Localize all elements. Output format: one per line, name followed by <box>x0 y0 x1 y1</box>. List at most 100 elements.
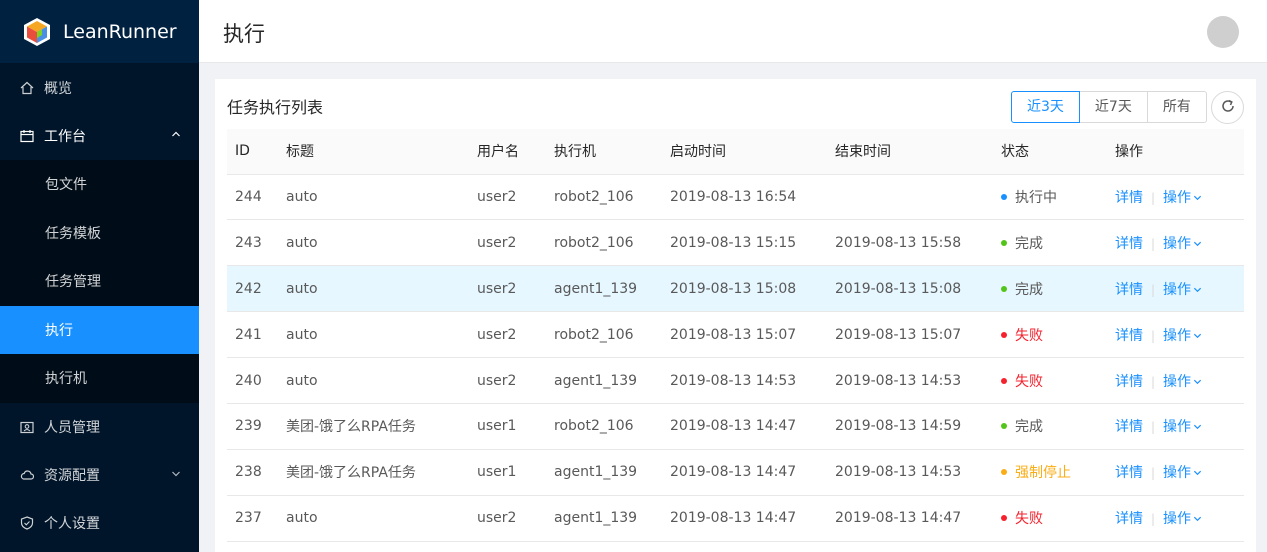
cell-id: 243 <box>227 219 278 267</box>
card-title: 任务执行列表 <box>227 98 324 117</box>
table-row[interactable]: 238 美团-饿了么RPA任务 user1 agent1_139 2019-08-13 … <box>227 449 1244 496</box>
status-text: 执行中 <box>1015 189 1057 206</box>
sidebar-item-people[interactable]: 人员管理 <box>0 403 199 451</box>
cell-id: 242 <box>227 265 278 313</box>
cell-actions: 详情 | 操作 <box>1107 403 1244 450</box>
cell-end-time: 2019-08-13 14:59 <box>827 403 993 450</box>
detail-link[interactable]: 详情 <box>1115 190 1143 206</box>
chevron-up-icon <box>171 130 181 143</box>
column-header-status[interactable]: 状态 <box>993 129 1107 175</box>
column-header-id[interactable]: ID <box>227 129 278 175</box>
detail-link[interactable]: 详情 <box>1115 328 1143 344</box>
sidebar-item-label: 任务模板 <box>45 225 101 242</box>
cell-title: auto <box>278 495 469 542</box>
table-row[interactable]: 239 美团-饿了么RPA任务 user1 robot2_106 2019-08-13 … <box>227 403 1244 450</box>
cell-user: user1 <box>469 449 546 496</box>
sidebar-item-overview[interactable]: 概览 <box>0 63 199 112</box>
cell-machine: agent1_139 <box>546 449 662 496</box>
sidebar-item-executors[interactable]: 执行机 <box>0 354 199 403</box>
operations-dropdown[interactable]: 操作 <box>1163 190 1202 206</box>
table-row[interactable]: 244 auto user2 robot2_106 2019-08-13 16:54 执行… <box>227 174 1244 221</box>
detail-link[interactable]: 详情 <box>1115 282 1143 298</box>
table-row[interactable]: 237 auto user2 agent1_139 2019-08-13 14:47 20… <box>227 495 1244 542</box>
cell-actions: 详情 | 操作 <box>1107 265 1244 313</box>
cell-end-time: 2019-08-13 14:53 <box>827 357 993 404</box>
sidebar-item-label: 包文件 <box>45 177 87 194</box>
cell-start-time: 2019-08-13 15:07 <box>662 311 827 359</box>
sidebar-item-task-management[interactable]: 任务管理 <box>0 257 199 306</box>
operations-label: 操作 <box>1163 327 1192 344</box>
column-header-machine[interactable]: 执行机 <box>546 129 662 175</box>
workbench-submenu: 包文件 任务模板 任务管理 执行 执行机 <box>0 160 199 403</box>
range-7-days-button[interactable]: 近7天 <box>1078 91 1148 123</box>
cell-start-time: 2019-08-13 16:54 <box>662 174 827 221</box>
sidebar-item-workbench[interactable]: 工作台 <box>0 112 199 160</box>
cell-end-time: 2019-08-13 15:07 <box>827 311 993 359</box>
avatar[interactable] <box>1207 16 1239 48</box>
sidebar-item-packages[interactable]: 包文件 <box>0 160 199 209</box>
cell-id: 241 <box>227 311 278 359</box>
detail-link[interactable]: 详情 <box>1115 374 1143 390</box>
cell-start-time: 2019-08-13 14:53 <box>662 357 827 404</box>
operations-dropdown[interactable]: 操作 <box>1163 419 1202 435</box>
operations-dropdown[interactable]: 操作 <box>1163 282 1202 298</box>
chevron-down-icon <box>1193 378 1202 389</box>
column-header-end[interactable]: 结束时间 <box>827 129 993 175</box>
detail-link[interactable]: 详情 <box>1115 419 1143 435</box>
action-divider: | <box>1151 374 1156 389</box>
table-row[interactable]: 241 auto user2 robot2_106 2019-08-13 15:07 20… <box>227 311 1244 359</box>
sidebar-item-label: 执行机 <box>45 371 87 388</box>
cell-actions: 详情 | 操作 <box>1107 174 1244 221</box>
cell-end-time: 2019-08-13 15:08 <box>827 265 993 313</box>
cell-status: 失败 <box>993 311 1107 359</box>
status-text: 完成 <box>1015 419 1043 436</box>
table-row[interactable]: 240 auto user2 agent1_139 2019-08-13 14:53 20… <box>227 357 1244 404</box>
table-row[interactable]: 243 auto user2 robot2_106 2019-08-13 15:15 20… <box>227 219 1244 267</box>
cell-machine: agent1_139 <box>546 357 662 404</box>
cell-end-time <box>827 174 993 221</box>
operations-dropdown[interactable]: 操作 <box>1163 328 1202 344</box>
operations-dropdown[interactable]: 操作 <box>1163 511 1202 527</box>
range-all-button[interactable]: 所有 <box>1146 91 1207 123</box>
detail-link[interactable]: 详情 <box>1115 511 1143 527</box>
status-text: 失败 <box>1015 511 1043 528</box>
cell-machine: robot2_106 <box>546 403 662 450</box>
operations-dropdown[interactable]: 操作 <box>1163 374 1202 390</box>
sidebar-item-label: 个人设置 <box>44 515 100 532</box>
sidebar-item-label: 任务管理 <box>45 274 101 291</box>
status-text: 失败 <box>1015 373 1043 390</box>
cell-title: auto <box>278 311 469 359</box>
cell-title: auto <box>278 219 469 267</box>
app-logo[interactable]: LeanRunner <box>0 0 199 63</box>
table-row[interactable]: 242 auto user2 agent1_139 2019-08-13 15:08 20… <box>227 265 1244 313</box>
cell-user: user2 <box>469 265 546 313</box>
action-divider: | <box>1151 328 1156 343</box>
sidebar-item-label: 概览 <box>44 80 72 97</box>
chevron-down-icon <box>1193 286 1202 297</box>
cell-end-time: 2019-08-13 14:53 <box>827 449 993 496</box>
cell-machine: robot2_106 <box>546 219 662 267</box>
cloud-icon <box>20 468 34 482</box>
sidebar-item-execution[interactable]: 执行 <box>0 305 199 354</box>
cell-user: user2 <box>469 219 546 267</box>
sidebar-item-task-templates[interactable]: 任务模板 <box>0 209 199 258</box>
status-dot-icon <box>1001 515 1007 522</box>
column-header-user[interactable]: 用户名 <box>469 129 546 175</box>
column-header-start[interactable]: 启动时间 <box>662 129 827 175</box>
sidebar-item-label: 工作台 <box>44 129 86 145</box>
operations-dropdown[interactable]: 操作 <box>1163 465 1202 481</box>
cell-user: user1 <box>469 403 546 450</box>
sidebar-item-personal-settings[interactable]: 个人设置 <box>0 499 199 547</box>
refresh-button[interactable] <box>1211 91 1244 124</box>
detail-link[interactable]: 详情 <box>1115 465 1143 481</box>
operations-dropdown[interactable]: 操作 <box>1163 236 1202 252</box>
column-header-title[interactable]: 标题 <box>278 129 469 175</box>
sidebar-item-resources[interactable]: 资源配置 <box>0 451 199 499</box>
cell-machine: robot2_106 <box>546 311 662 359</box>
range-3-days-button[interactable]: 近3天 <box>1011 91 1080 123</box>
cell-user: user2 <box>469 495 546 542</box>
detail-link[interactable]: 详情 <box>1115 236 1143 252</box>
cell-user: user2 <box>469 357 546 404</box>
cell-end-time: 2019-08-13 15:58 <box>827 219 993 267</box>
status-dot-icon <box>1001 331 1007 338</box>
